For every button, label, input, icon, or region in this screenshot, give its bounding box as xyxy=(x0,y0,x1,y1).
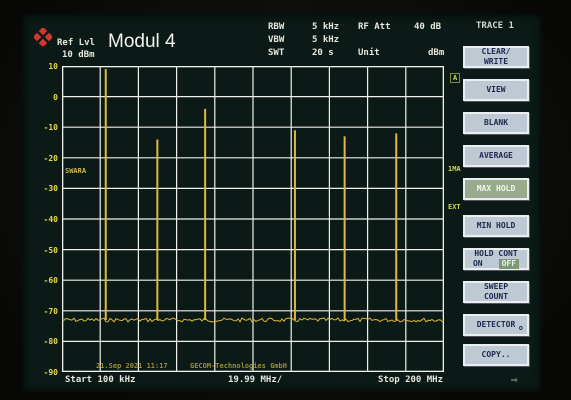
ext-badge: EXT xyxy=(448,203,461,211)
button-label: VIEW xyxy=(486,85,506,94)
rf-att-label: RF Att xyxy=(358,22,391,32)
rbw-value: 5 kHz xyxy=(312,22,340,32)
swt-value: 20 s xyxy=(312,48,334,58)
sweep-count-button[interactable]: SWEEP COUNT xyxy=(463,281,529,303)
button-label: COUNT xyxy=(483,292,509,301)
y-tick-label: -40 xyxy=(43,215,58,224)
blank-button[interactable]: BLANK xyxy=(463,112,529,134)
hold-on-label: ON xyxy=(472,259,483,268)
start-frequency: Start 100 kHz xyxy=(65,375,136,385)
button-label: AVERAGE xyxy=(479,151,513,160)
button-label: DETECTOR xyxy=(476,320,516,329)
submenu-indicator-icon: o xyxy=(518,324,523,332)
ref-level-label: Ref Lvl xyxy=(57,38,95,48)
one-ma-badge: 1MA xyxy=(448,165,461,173)
average-button[interactable]: AVERAGE xyxy=(463,145,529,167)
rbw-label: RBW xyxy=(268,22,285,32)
y-tick-label: -70 xyxy=(43,306,58,316)
button-label: SWEEP xyxy=(483,282,509,291)
y-tick-label: -60 xyxy=(43,276,58,286)
rohde-schwarz-logo-icon xyxy=(34,28,52,46)
rf-att-value: 40 dB xyxy=(414,22,442,32)
detector-button[interactable]: DETECTOR o xyxy=(463,314,529,336)
y-tick-label: -10 xyxy=(43,123,58,133)
vbw-label: VBW xyxy=(268,35,285,45)
company-stamp: GECOM-Technologies GmbH xyxy=(190,362,287,370)
ref-marker-label: SWARA xyxy=(65,167,87,175)
y-tick-label: 0 xyxy=(53,92,58,102)
y-tick-label: -90 xyxy=(43,368,58,377)
unit-label: Unit xyxy=(358,48,380,58)
view-button[interactable]: VIEW xyxy=(463,79,529,101)
span-per-div: 19.99 MHz/ xyxy=(228,375,283,385)
next-page-arrow-icon[interactable]: ⇨ xyxy=(511,373,518,386)
swt-label: SWT xyxy=(268,48,285,58)
clear-write-button[interactable]: CLEAR/WRITE xyxy=(463,46,529,68)
vbw-value: 5 kHz xyxy=(312,35,340,45)
copy-button[interactable]: COPY.. xyxy=(463,344,529,366)
y-tick-label: -50 xyxy=(43,245,58,255)
trace-a-badge: A xyxy=(450,73,461,83)
spectrum-plot xyxy=(62,66,444,372)
button-label: WRITE xyxy=(483,57,509,66)
trace-menu-title: TRACE 1 xyxy=(476,21,514,31)
cont-off-label: OFF xyxy=(498,259,520,269)
button-label: BLANK xyxy=(483,118,509,127)
y-tick-label: -80 xyxy=(43,337,58,347)
y-tick-label: 10 xyxy=(48,62,58,71)
max-hold-button[interactable]: MAX HOLD xyxy=(463,178,529,200)
unit-value: dBm xyxy=(428,48,445,58)
ref-level-value: 10 dBm xyxy=(62,50,95,60)
y-tick-label: -20 xyxy=(43,153,58,163)
overlay-title: Modul 4 xyxy=(108,31,176,52)
y-tick-label: -30 xyxy=(43,184,58,194)
button-label: MAX HOLD xyxy=(476,184,516,193)
hold-cont-button[interactable]: HOLD CONT ON OFF xyxy=(463,248,529,270)
button-label: COPY.. xyxy=(481,350,511,359)
stop-frequency: Stop 200 MHz xyxy=(378,375,444,385)
button-label: HOLD CONT xyxy=(474,249,518,258)
min-hold-button[interactable]: MIN HOLD xyxy=(463,215,529,237)
timestamp: 21.Sep 2021 11:17 xyxy=(96,362,168,370)
button-label: CLEAR/ xyxy=(481,47,511,56)
button-label: MIN HOLD xyxy=(476,221,516,230)
